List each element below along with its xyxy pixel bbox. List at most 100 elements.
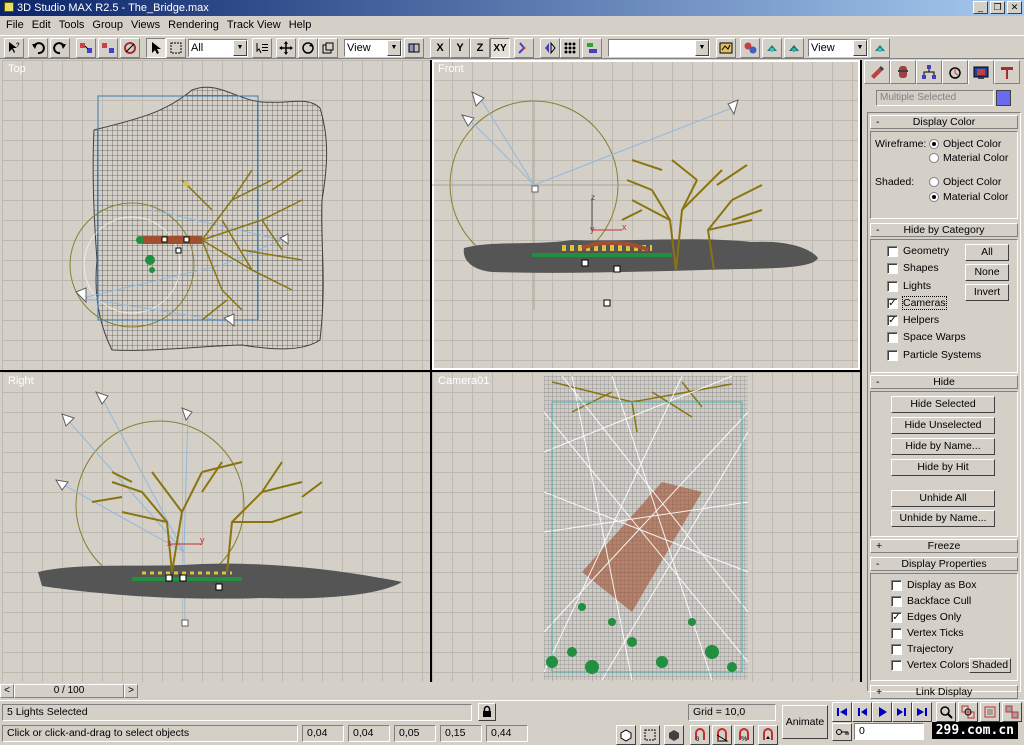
shaded-object-color-radio[interactable]: [929, 177, 939, 187]
geometry-label[interactable]: Geometry: [903, 245, 949, 257]
trajectory-checkbox[interactable]: [891, 644, 902, 655]
time-slider-thumb[interactable]: 0 / 100: [14, 684, 124, 698]
shapes-label[interactable]: Shapes: [903, 262, 939, 274]
current-frame-field[interactable]: 0: [854, 723, 924, 740]
material-editor-icon[interactable]: [740, 38, 760, 58]
close-button[interactable]: ✕: [1007, 1, 1022, 14]
percent-snap-icon[interactable]: %: [734, 725, 754, 745]
render-last-icon[interactable]: [870, 38, 890, 58]
pivot-point-center-icon[interactable]: [404, 38, 424, 58]
particle-systems-label[interactable]: Particle Systems: [903, 349, 981, 361]
time-slider-prev-button[interactable]: <: [0, 684, 14, 698]
select-and-move-icon[interactable]: [276, 38, 296, 58]
array-icon[interactable]: [560, 38, 580, 58]
hide-unselected-button[interactable]: Hide Unselected: [891, 417, 995, 434]
particle-systems-checkbox[interactable]: [887, 350, 898, 361]
menu-help[interactable]: Help: [285, 19, 316, 31]
display-as-box-label[interactable]: Display as Box: [907, 579, 976, 591]
inverse-kinematics-icon[interactable]: [514, 38, 534, 58]
viewport-top[interactable]: Top: [2, 60, 430, 370]
unlink-selection-icon[interactable]: [98, 38, 118, 58]
next-frame-icon[interactable]: [892, 702, 912, 722]
select-by-name-icon[interactable]: [252, 38, 272, 58]
edges-only-label[interactable]: Edges Only: [907, 611, 961, 623]
viewport-front[interactable]: y x z Front: [432, 60, 860, 370]
3d-snap-icon[interactable]: 3: [690, 725, 710, 745]
restrict-xy-button[interactable]: XY: [490, 38, 510, 58]
angle-snap-icon[interactable]: [712, 725, 732, 745]
restrict-y-button[interactable]: Y: [450, 38, 470, 58]
restrict-x-button[interactable]: X: [430, 38, 450, 58]
wireframe-object-color-radio[interactable]: [929, 139, 939, 149]
align-icon[interactable]: [582, 38, 602, 58]
hide-by-hit-button[interactable]: Hide by Hit: [891, 459, 995, 476]
render-scene-icon[interactable]: [762, 38, 782, 58]
shaded-material-color-label[interactable]: Material Color: [943, 191, 1008, 203]
help-pointer-icon[interactable]: ?: [4, 38, 24, 58]
hide-selected-button[interactable]: Hide Selected: [891, 396, 995, 413]
select-and-rotate-icon[interactable]: [298, 38, 318, 58]
zoom-icon[interactable]: [936, 702, 956, 722]
coord-field-1[interactable]: 0,04: [302, 725, 344, 742]
rollout-display-properties-header[interactable]: - Display Properties: [870, 557, 1018, 571]
unhide-by-name-button[interactable]: Unhide by Name...: [891, 510, 995, 527]
lights-checkbox[interactable]: [887, 281, 898, 292]
helpers-label[interactable]: Helpers: [903, 314, 939, 326]
menu-edit[interactable]: Edit: [28, 19, 55, 31]
rollout-link-display-header[interactable]: + Link Display: [870, 685, 1018, 699]
viewport-right[interactable]: xy Right: [2, 372, 430, 682]
select-object-icon[interactable]: [146, 38, 166, 58]
track-view-icon[interactable]: [716, 38, 736, 58]
undo-icon[interactable]: [28, 38, 48, 58]
restore-button[interactable]: ❐: [990, 1, 1005, 14]
time-slider[interactable]: < 0 / 100 >: [0, 682, 864, 700]
named-selection-sets-dropdown[interactable]: ▼: [608, 39, 710, 57]
rollout-hide-header[interactable]: - Hide: [870, 375, 1018, 389]
restrict-z-button[interactable]: Z: [470, 38, 490, 58]
minimize-button[interactable]: _: [973, 1, 988, 14]
space-warps-checkbox[interactable]: [887, 332, 898, 343]
cameras-checkbox[interactable]: ✓: [887, 298, 898, 309]
display-tab-icon[interactable]: [968, 60, 994, 84]
quick-render-icon[interactable]: [784, 38, 804, 58]
wireframe-object-color-label[interactable]: Object Color: [943, 138, 1001, 150]
utilities-tab-icon[interactable]: [994, 60, 1020, 84]
degradation-override-icon[interactable]: [616, 725, 636, 745]
backface-cull-label[interactable]: Backface Cull: [907, 595, 971, 607]
coord-field-4[interactable]: 0,15: [440, 725, 482, 742]
modify-tab-icon[interactable]: [890, 60, 916, 84]
viewport-label-front[interactable]: Front: [438, 63, 464, 75]
select-and-scale-icon[interactable]: [318, 38, 338, 58]
wireframe-material-color-label[interactable]: Material Color: [943, 152, 1008, 164]
vertex-colors-checkbox[interactable]: [891, 660, 902, 671]
viewport-camera[interactable]: Camera01: [432, 372, 860, 682]
zoom-all-icon[interactable]: [958, 702, 978, 722]
animate-button[interactable]: Animate: [782, 705, 828, 739]
lights-label[interactable]: Lights: [903, 280, 931, 292]
vertex-ticks-checkbox[interactable]: [891, 628, 902, 639]
hierarchy-tab-icon[interactable]: [916, 60, 942, 84]
bind-to-space-warp-icon[interactable]: [120, 38, 140, 58]
redo-icon[interactable]: [50, 38, 70, 58]
backface-cull-checkbox[interactable]: [891, 596, 902, 607]
reference-coordinate-dropdown[interactable]: View ▼: [344, 39, 402, 57]
go-to-end-icon[interactable]: [912, 702, 932, 722]
menu-group[interactable]: Group: [88, 19, 127, 31]
time-slider-next-button[interactable]: >: [124, 684, 138, 698]
geometry-checkbox[interactable]: [887, 246, 898, 257]
trajectory-label[interactable]: Trajectory: [907, 643, 953, 655]
hide-category-invert-button[interactable]: Invert: [965, 284, 1009, 301]
coord-field-5[interactable]: 0,44: [486, 725, 528, 742]
go-to-start-icon[interactable]: [832, 702, 852, 722]
edges-only-checkbox[interactable]: ✓: [891, 612, 902, 623]
vertex-ticks-label[interactable]: Vertex Ticks: [907, 627, 964, 639]
zoom-extents-icon[interactable]: [980, 702, 1000, 722]
space-warps-label[interactable]: Space Warps: [903, 331, 966, 343]
rollout-display-color-header[interactable]: - Display Color: [870, 115, 1018, 129]
viewport-label-top[interactable]: Top: [8, 63, 26, 75]
play-icon[interactable]: [872, 702, 892, 722]
motion-tab-icon[interactable]: [942, 60, 968, 84]
window-crossing-icon[interactable]: [640, 725, 660, 745]
hide-category-all-button[interactable]: All: [965, 244, 1009, 261]
previous-frame-icon[interactable]: [852, 702, 872, 722]
